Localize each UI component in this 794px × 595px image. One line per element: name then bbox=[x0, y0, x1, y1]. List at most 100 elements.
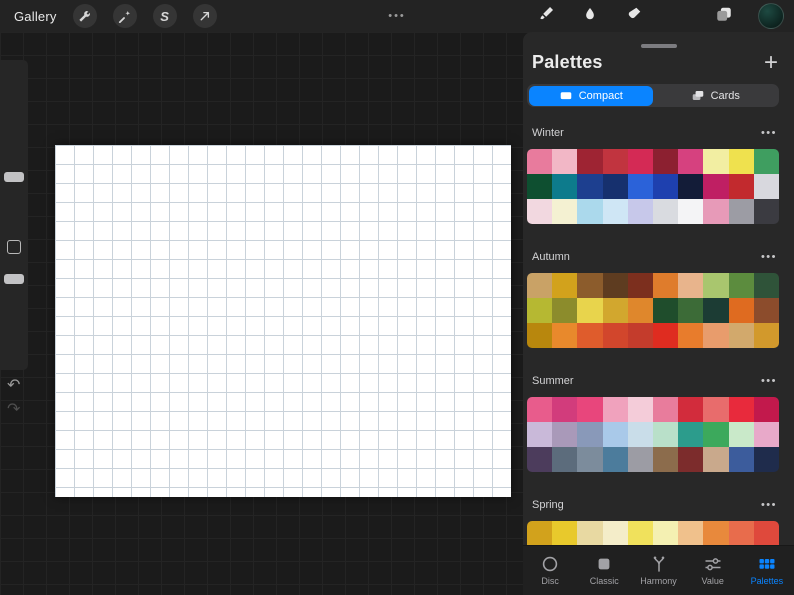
tab-palettes[interactable]: Palettes bbox=[740, 546, 794, 595]
gallery-button[interactable]: Gallery bbox=[14, 9, 57, 24]
color-swatch[interactable] bbox=[753, 273, 779, 298]
color-swatch[interactable] bbox=[703, 199, 729, 224]
color-swatch[interactable] bbox=[552, 422, 578, 447]
color-swatch[interactable] bbox=[602, 447, 628, 472]
color-swatch[interactable] bbox=[577, 149, 603, 174]
view-tab-compact[interactable]: Compact bbox=[528, 85, 653, 106]
color-swatch[interactable] bbox=[728, 323, 754, 348]
color-swatch[interactable] bbox=[577, 521, 603, 546]
color-swatch[interactable] bbox=[703, 397, 729, 422]
color-swatch[interactable] bbox=[753, 298, 779, 323]
tab-harmony[interactable]: Harmony bbox=[631, 546, 685, 595]
color-swatch[interactable] bbox=[602, 273, 628, 298]
color-swatch[interactable] bbox=[577, 199, 603, 224]
color-swatch[interactable] bbox=[753, 174, 779, 199]
color-swatch[interactable] bbox=[627, 447, 653, 472]
tab-disc[interactable]: Disc bbox=[523, 546, 577, 595]
color-swatch[interactable] bbox=[602, 323, 628, 348]
palette-menu-dots[interactable]: ••• bbox=[761, 499, 777, 511]
color-swatch[interactable] bbox=[527, 323, 553, 348]
color-swatch[interactable] bbox=[577, 298, 603, 323]
color-swatch[interactable] bbox=[653, 174, 679, 199]
color-swatch[interactable] bbox=[577, 397, 603, 422]
layers-button[interactable] bbox=[714, 6, 734, 26]
color-swatch[interactable] bbox=[627, 323, 653, 348]
add-palette-button[interactable]: + bbox=[764, 50, 778, 74]
color-swatch[interactable] bbox=[653, 521, 679, 546]
adjustments-button[interactable] bbox=[112, 4, 137, 28]
color-swatch[interactable] bbox=[602, 422, 628, 447]
color-swatch[interactable] bbox=[627, 199, 653, 224]
view-tab-cards[interactable]: Cards bbox=[653, 86, 778, 106]
color-swatch[interactable] bbox=[577, 174, 603, 199]
color-swatch[interactable] bbox=[678, 521, 704, 546]
color-swatch[interactable] bbox=[753, 323, 779, 348]
color-swatch[interactable] bbox=[753, 521, 779, 546]
color-swatch[interactable] bbox=[703, 422, 729, 447]
color-swatch[interactable] bbox=[653, 447, 679, 472]
color-swatch[interactable] bbox=[602, 521, 628, 546]
color-swatch[interactable] bbox=[627, 174, 653, 199]
color-swatch[interactable] bbox=[678, 149, 704, 174]
color-swatch[interactable] bbox=[602, 397, 628, 422]
tab-classic[interactable]: Classic bbox=[577, 546, 631, 595]
color-swatch[interactable] bbox=[602, 174, 628, 199]
color-swatch[interactable] bbox=[527, 273, 553, 298]
color-swatch[interactable] bbox=[527, 397, 553, 422]
color-swatch[interactable] bbox=[653, 273, 679, 298]
color-swatch[interactable] bbox=[753, 447, 779, 472]
color-swatch[interactable] bbox=[728, 422, 754, 447]
color-swatch[interactable] bbox=[753, 397, 779, 422]
selection-button[interactable]: S bbox=[152, 4, 177, 28]
color-swatch[interactable] bbox=[552, 199, 578, 224]
tab-value[interactable]: Value bbox=[686, 546, 740, 595]
color-swatch[interactable] bbox=[678, 397, 704, 422]
color-swatch[interactable] bbox=[703, 323, 729, 348]
color-swatch[interactable] bbox=[527, 447, 553, 472]
color-swatch[interactable] bbox=[653, 199, 679, 224]
color-swatch[interactable] bbox=[678, 273, 704, 298]
color-swatch[interactable] bbox=[728, 447, 754, 472]
color-swatch[interactable] bbox=[653, 323, 679, 348]
color-swatch[interactable] bbox=[753, 422, 779, 447]
color-swatch[interactable] bbox=[552, 174, 578, 199]
color-swatch[interactable] bbox=[728, 298, 754, 323]
color-swatch[interactable] bbox=[552, 397, 578, 422]
color-swatch[interactable] bbox=[577, 422, 603, 447]
color-swatch[interactable] bbox=[728, 273, 754, 298]
color-swatch[interactable] bbox=[728, 521, 754, 546]
color-swatch[interactable] bbox=[627, 298, 653, 323]
color-swatch[interactable] bbox=[653, 397, 679, 422]
color-swatch[interactable] bbox=[552, 273, 578, 298]
color-swatch[interactable] bbox=[678, 323, 704, 348]
color-swatch[interactable] bbox=[552, 447, 578, 472]
palette-menu-dots[interactable]: ••• bbox=[761, 375, 777, 387]
color-swatch[interactable] bbox=[602, 199, 628, 224]
color-swatch[interactable] bbox=[728, 174, 754, 199]
smudge-tool-button[interactable] bbox=[580, 6, 600, 26]
brush-tool-button[interactable] bbox=[536, 6, 556, 26]
color-swatch[interactable] bbox=[627, 521, 653, 546]
color-swatch[interactable] bbox=[527, 422, 553, 447]
color-swatch[interactable] bbox=[552, 521, 578, 546]
color-swatch[interactable] bbox=[653, 298, 679, 323]
color-swatch[interactable] bbox=[627, 422, 653, 447]
color-swatch[interactable] bbox=[577, 323, 603, 348]
undo-button[interactable]: ↶ bbox=[7, 378, 20, 394]
color-swatch[interactable] bbox=[527, 149, 553, 174]
color-swatch[interactable] bbox=[703, 273, 729, 298]
color-swatch[interactable] bbox=[678, 422, 704, 447]
color-swatch[interactable] bbox=[627, 273, 653, 298]
canvas-menu-dots[interactable]: ••• bbox=[388, 10, 406, 22]
redo-button[interactable]: ↷ bbox=[7, 402, 20, 418]
actions-button[interactable] bbox=[72, 4, 97, 28]
color-swatch[interactable] bbox=[552, 298, 578, 323]
color-swatch[interactable] bbox=[678, 174, 704, 199]
color-swatch[interactable] bbox=[678, 199, 704, 224]
color-swatch[interactable] bbox=[703, 174, 729, 199]
color-swatch[interactable] bbox=[753, 199, 779, 224]
color-swatch[interactable] bbox=[527, 174, 553, 199]
color-swatch[interactable] bbox=[653, 149, 679, 174]
color-swatch[interactable] bbox=[527, 298, 553, 323]
color-swatch[interactable] bbox=[602, 298, 628, 323]
